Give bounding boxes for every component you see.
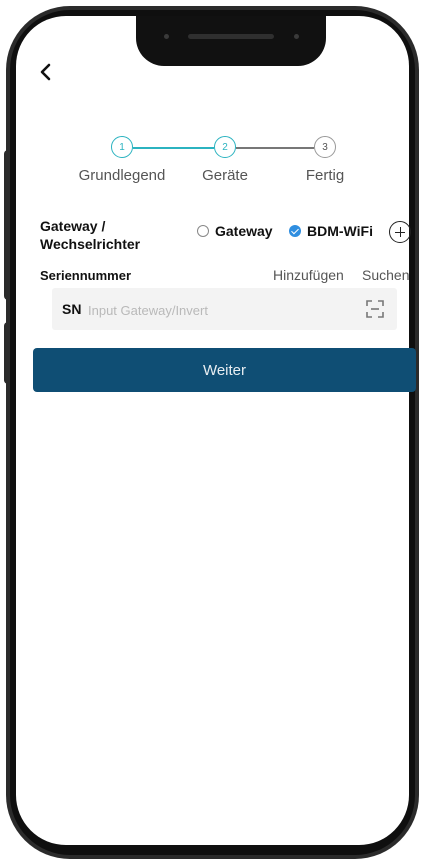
step-connector-1 [133,147,214,149]
gateway-option-label[interactable]: Gateway [215,223,273,239]
device-type-label: Gateway / Wechselrichter [40,217,140,253]
serial-number-input[interactable] [86,298,350,322]
serial-number-field: SN [52,288,397,330]
step-3-label: Fertig [305,167,345,184]
search-link[interactable]: Suchen [362,267,409,283]
chevron-left-icon[interactable] [34,60,58,84]
add-link[interactable]: Hinzufügen [273,267,344,283]
serial-number-title: Seriennummer [40,268,132,283]
phone-notch [136,16,326,66]
step-3-circle: 3 [314,136,336,158]
next-button[interactable]: Weiter [33,348,416,392]
device-type-label-line2: Wechselrichter [40,236,141,252]
bdm-wifi-radio[interactable] [289,225,301,237]
gateway-radio[interactable] [197,225,209,237]
step-connector-2 [236,147,314,149]
sn-prefix: SN [62,301,82,317]
bdm-wifi-option-label[interactable]: BDM-WiFi [307,223,373,239]
step-1-circle: 1 [111,136,133,158]
scan-icon[interactable] [365,299,385,319]
step-2-circle: 2 [214,136,236,158]
step-2-label: Geräte [202,167,248,184]
device-type-label-line1: Gateway / [40,218,106,234]
plus-circle-icon[interactable] [389,221,411,243]
phone-screen [16,16,409,845]
step-1-label: Grundlegend [78,167,166,184]
